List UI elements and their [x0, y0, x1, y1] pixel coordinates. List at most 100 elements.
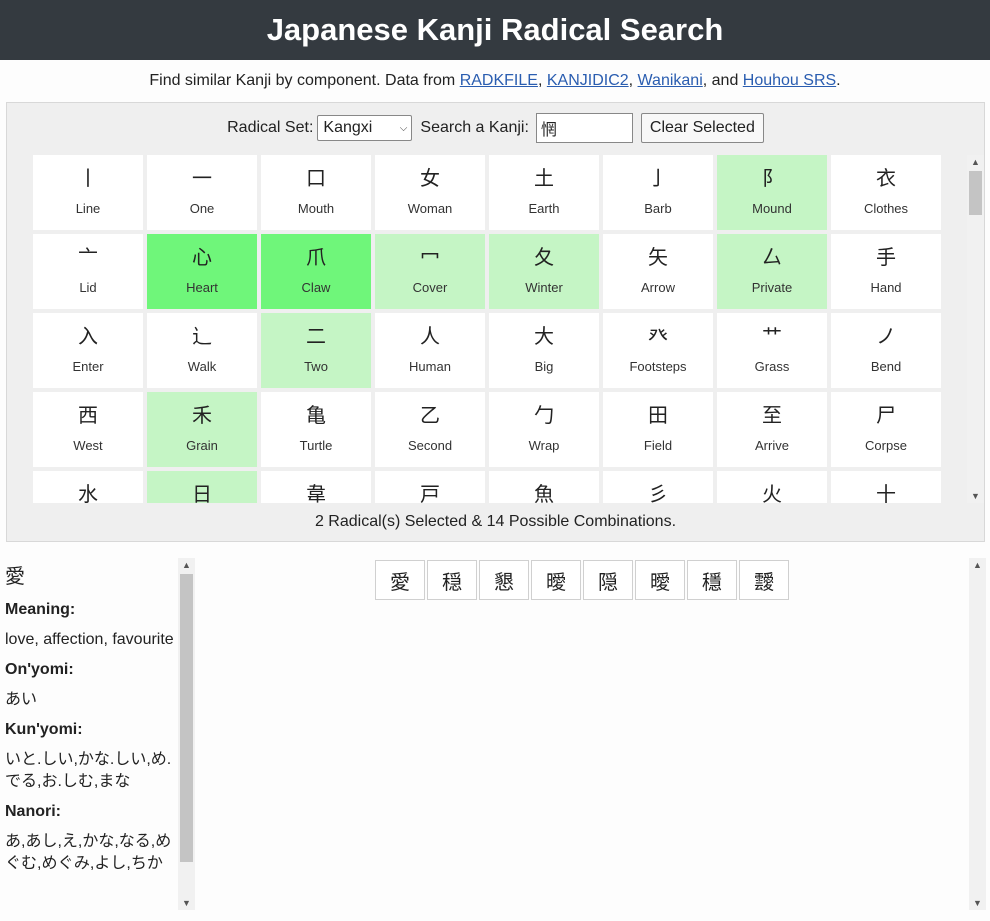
radical-name: Mound [752, 201, 792, 216]
radical-cell[interactable]: 十 [831, 471, 941, 503]
radical-name: Line [75, 201, 101, 216]
chevron-down-icon: ⌵ [399, 122, 408, 134]
radical-set-select[interactable]: Kangxi ⌵ [317, 115, 413, 141]
link-wanikani[interactable]: Wanikani [638, 72, 703, 90]
radical-name: Barb [644, 201, 672, 216]
radical-cell[interactable]: 火 [717, 471, 827, 503]
onyomi-value: あい [5, 691, 38, 708]
radical-name: Lid [79, 280, 97, 295]
scroll-down-icon[interactable]: ▼ [967, 489, 984, 503]
radical-cell[interactable]: 夂 Winter [489, 234, 599, 309]
radical-cell[interactable]: 冖 Cover [375, 234, 485, 309]
scrollbar-thumb[interactable] [969, 171, 982, 215]
radical-cell[interactable]: 癶 Footsteps [603, 313, 713, 388]
radical-cell[interactable]: 亅 Barb [603, 155, 713, 230]
radical-cell[interactable]: 魚 [489, 471, 599, 503]
radical-cell[interactable]: 水 [33, 471, 143, 503]
result-kanji[interactable]: 曖 [635, 560, 685, 600]
radical-cell[interactable]: 矢 Arrow [603, 234, 713, 309]
search-kanji-label: Search a Kanji: [420, 119, 529, 136]
radical-cell[interactable]: 田 Field [603, 392, 713, 467]
results-scrollbar[interactable]: ▲ ▼ [969, 558, 986, 910]
radical-glyph: 尸 [876, 405, 896, 427]
subtitle: Find similar Kanji by component. Data fr… [0, 60, 990, 102]
radical-cell[interactable]: 口 Mouth [261, 155, 371, 230]
radical-cell[interactable]: 辶 Walk [147, 313, 257, 388]
radical-name: Woman [407, 201, 453, 216]
radical-cell[interactable]: 手 Hand [831, 234, 941, 309]
radical-cell[interactable]: 人 Human [375, 313, 485, 388]
search-kanji-input[interactable]: 惘 [535, 113, 633, 143]
radical-glyph: 韋 [306, 484, 326, 503]
radical-name: Private [751, 280, 793, 295]
link-radkfile[interactable]: RADKFILE [460, 72, 538, 90]
clear-selected-button[interactable]: Clear Selected [640, 113, 764, 143]
link-kanjidic2[interactable]: KANJIDIC2 [547, 72, 629, 90]
radical-cell[interactable]: 韋 [261, 471, 371, 503]
result-kanji[interactable]: 愛 [375, 560, 425, 600]
radical-name: Claw [301, 280, 331, 295]
result-kanji[interactable]: 懇 [479, 560, 529, 600]
nanori-value: あ,あし,え,かな,なる,めぐむ,めぐみ,よし,ちか [5, 833, 172, 872]
radical-name: Turtle [299, 438, 333, 453]
scroll-up-icon[interactable]: ▲ [178, 558, 195, 572]
info-scrollbar[interactable]: ▲ ▼ [178, 558, 195, 910]
radical-cell[interactable]: 二 Two [261, 313, 371, 388]
result-kanji[interactable]: 靉 [739, 560, 789, 600]
radical-cell[interactable]: ノ Bend [831, 313, 941, 388]
radical-glyph: 手 [876, 247, 896, 269]
radical-name: Earth [528, 201, 560, 216]
result-kanji[interactable]: 穩 [687, 560, 737, 600]
radical-set-label: Radical Set: [227, 119, 314, 136]
radical-grid-viewport: 丨 Line 一 One 口 Mouth 女 Woman 土 Earth 亅 Barb 阝 Mound 衣 C… [33, 155, 943, 503]
radical-cell[interactable]: 禾 Grain [147, 392, 257, 467]
radical-cell[interactable]: 戸 [375, 471, 485, 503]
radical-name: Grass [754, 359, 790, 374]
radical-cell[interactable]: 彡 [603, 471, 713, 503]
radical-name: Arrive [755, 438, 789, 453]
radical-cell[interactable]: 大 Big [489, 313, 599, 388]
meaning-value: love, affection, favourite [5, 631, 174, 648]
radical-cell[interactable]: 厶 Private [717, 234, 827, 309]
radical-glyph: 衣 [876, 168, 896, 190]
radical-glyph: 艹 [762, 326, 782, 348]
scrollbar-thumb[interactable] [180, 574, 193, 862]
radical-cell[interactable]: 爪 Claw [261, 234, 371, 309]
radical-name: Mouth [297, 201, 335, 216]
search-kanji-value: 惘 [540, 122, 557, 139]
result-kanji[interactable]: 隠 [583, 560, 633, 600]
scroll-down-icon[interactable]: ▼ [969, 896, 986, 910]
onyomi-label: On'yomi: [5, 661, 74, 678]
radical-name: Footsteps [629, 359, 687, 374]
radical-cell[interactable]: 心 Heart [147, 234, 257, 309]
radical-cell[interactable]: 女 Woman [375, 155, 485, 230]
page-title: Japanese Kanji Radical Search [266, 12, 724, 47]
radical-name: Two [304, 359, 328, 374]
radical-cell[interactable]: 丨 Line [33, 155, 143, 230]
subtitle-separator: , [537, 72, 547, 89]
radical-grid-scrollbar[interactable]: ▲ ▼ [967, 155, 984, 503]
radical-cell[interactable]: 艹 Grass [717, 313, 827, 388]
result-kanji[interactable]: 曖 [531, 560, 581, 600]
radical-cell[interactable]: 阝 Mound [717, 155, 827, 230]
scroll-down-icon[interactable]: ▼ [178, 896, 195, 910]
radical-cell[interactable]: 日 [147, 471, 257, 503]
radical-cell[interactable]: 衣 Clothes [831, 155, 941, 230]
radical-cell[interactable]: 土 Earth [489, 155, 599, 230]
scroll-up-icon[interactable]: ▲ [969, 558, 986, 572]
result-kanji[interactable]: 穏 [427, 560, 477, 600]
radical-cell[interactable]: 亠 Lid [33, 234, 143, 309]
radical-cell[interactable]: 乙 Second [375, 392, 485, 467]
nanori-label: Nanori: [5, 803, 61, 820]
radical-cell[interactable]: 至 Arrive [717, 392, 827, 467]
radical-cell[interactable]: 勹 Wrap [489, 392, 599, 467]
radical-cell[interactable]: 入 Enter [33, 313, 143, 388]
radical-cell[interactable]: 尸 Corpse [831, 392, 941, 467]
scroll-up-icon[interactable]: ▲ [967, 155, 984, 169]
radical-cell[interactable]: 西 West [33, 392, 143, 467]
radical-cell[interactable]: 一 One [147, 155, 257, 230]
radical-glyph: ノ [876, 326, 896, 348]
radical-cell[interactable]: 亀 Turtle [261, 392, 371, 467]
link-houhou-srs[interactable]: Houhou SRS [743, 72, 836, 90]
radical-glyph: 勹 [534, 405, 554, 427]
